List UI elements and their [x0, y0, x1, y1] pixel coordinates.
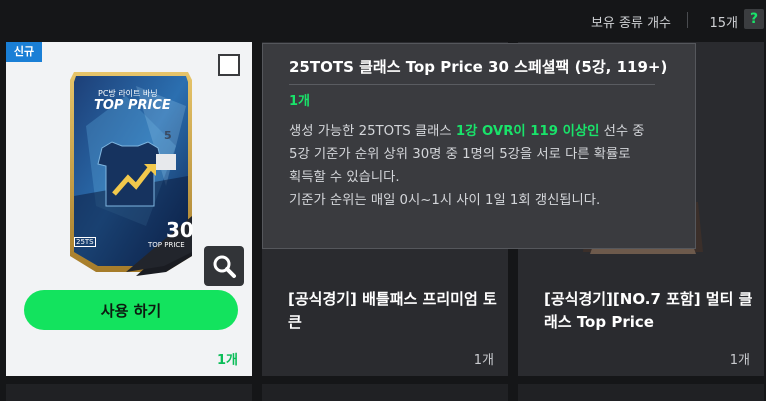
item-count: 1개 — [216, 353, 238, 368]
tooltip-line-2: 5강 기준가 순위 상위 30명 중 1명의 5강을 서로 다른 확률로 — [289, 147, 631, 162]
pack-number-label: TOP PRICE — [148, 241, 185, 249]
item-title: [공식경기][NO.7 포함] 멀티 클래스 Top Price — [544, 290, 753, 331]
new-badge: 신규 — [6, 42, 42, 62]
checkbox-icon[interactable] — [218, 54, 240, 76]
item-count: 1개 — [473, 353, 494, 368]
pack-number: 30 — [166, 218, 194, 242]
magnify-icon — [213, 255, 236, 278]
tooltip-divider — [289, 84, 655, 85]
tooltip-highlight: 1강 OVR이 119 이상인 — [455, 124, 600, 139]
tooltip-title: 25TOTS 클래스 Top Price 30 스페셜팩 (5강, 119+) — [289, 58, 668, 76]
pack-rank: 5 — [164, 129, 172, 142]
item-card-selected[interactable]: 신규 PC방 라이트 바닝 TOP PRICE 5 30 TOP PRICE 2 — [6, 42, 252, 376]
tooltip-description: 생성 가능한 25TOTS 클래스 1강 OVR이 119 이상인 선수 중 5… — [289, 120, 689, 212]
magnify-button[interactable] — [204, 246, 244, 286]
next-row-card — [262, 384, 508, 401]
tooltip-count: 1개 — [289, 94, 311, 109]
owned-types-label: 보유 종류 개수 — [590, 16, 671, 31]
pack-title: TOP PRICE — [94, 98, 171, 113]
owned-types-count: 15개 — [709, 16, 738, 31]
tooltip-line-4: 기준가 순위는 매일 0시~1시 사이 1일 1회 갱신됩니다. — [289, 193, 601, 208]
item-count: 1개 — [729, 353, 750, 368]
use-button[interactable]: 사용 하기 — [24, 290, 238, 330]
pack-season: 25TS — [74, 237, 96, 247]
item-tooltip: 25TOTS 클래스 Top Price 30 스페셜팩 (5강, 119+) … — [262, 43, 696, 249]
next-row-card — [6, 384, 252, 401]
next-row-card — [518, 384, 764, 401]
tooltip-line-1: 생성 가능한 25TOTS 클래스 1강 OVR이 119 이상인 선수 중 — [289, 124, 645, 139]
help-button[interactable]: ? — [744, 9, 764, 29]
item-title: [공식경기] 배틀패스 프리미엄 토큰 — [288, 290, 497, 331]
top-bar: 보유 종류 개수 15개 ? — [0, 0, 766, 40]
tooltip-line-3: 획득할 수 있습니다. — [289, 170, 400, 185]
divider — [687, 12, 688, 28]
